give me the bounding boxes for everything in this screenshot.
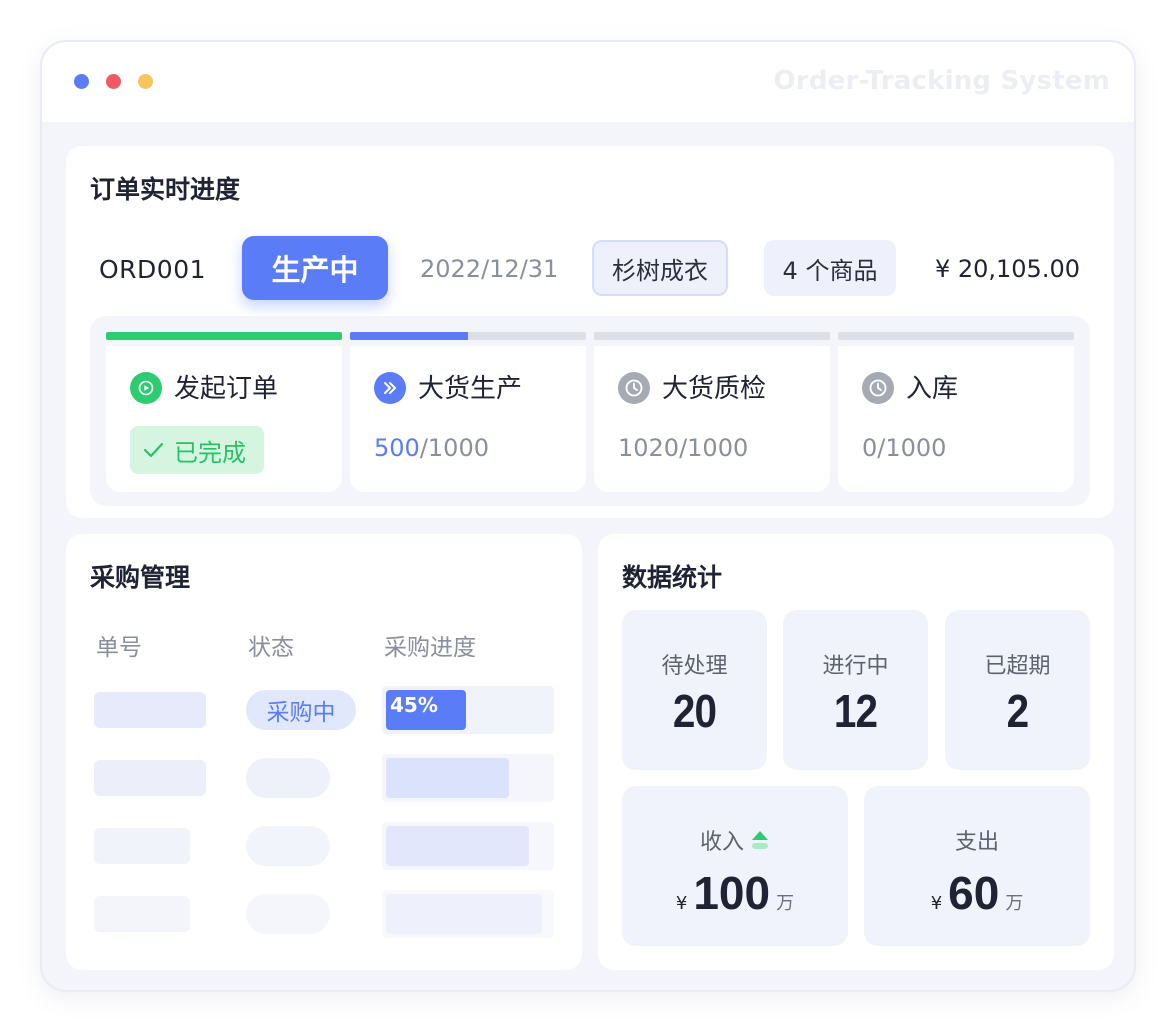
purchase-progress-bar bbox=[382, 754, 554, 802]
stage-progress-bar bbox=[594, 332, 830, 340]
completed-label: 已完成 bbox=[174, 438, 246, 467]
order-amount: ¥ 20,105.00 bbox=[934, 255, 1080, 283]
stage-warehousing[interactable]: 入库 0/1000 bbox=[838, 332, 1074, 492]
stat-tile-in-progress[interactable]: 进行中 12 bbox=[783, 610, 928, 770]
order-progress-card: 订单实时进度 ORD001 生产中 2022/12/31 杉树成衣 4 个商品 … bbox=[66, 146, 1114, 518]
window-dot-red[interactable] bbox=[106, 74, 121, 89]
stage-quality-check[interactable]: 大货质检 1020/1000 bbox=[594, 332, 830, 492]
customer-tag[interactable]: 杉树成衣 bbox=[592, 240, 728, 296]
order-no-placeholder bbox=[94, 760, 206, 796]
app-title: Order-Tracking System bbox=[773, 66, 1110, 96]
stage-progress-bar bbox=[838, 332, 1074, 340]
clock-icon bbox=[618, 372, 650, 404]
stage-progress-count: 0/1000 bbox=[862, 434, 947, 462]
purchase-progress-bar bbox=[382, 822, 554, 870]
column-header-order-no[interactable]: 单号 bbox=[96, 628, 142, 662]
stage-name: 大货质检 bbox=[662, 374, 767, 404]
progress-label: 45% bbox=[390, 693, 438, 717]
income-label: 收入 bbox=[699, 830, 744, 855]
stage-bulk-production[interactable]: 大货生产 500/1000 bbox=[350, 332, 586, 492]
stage-name: 发起订单 bbox=[174, 374, 279, 404]
stat-label: 待处理 bbox=[661, 654, 728, 679]
purchase-management-card: 采购管理 单号 状态 采购进度 采购中 45% bbox=[66, 534, 582, 970]
stage-progress-count: 500/1000 bbox=[374, 434, 489, 462]
table-row[interactable] bbox=[66, 822, 582, 872]
purchase-progress-bar: 45% bbox=[382, 686, 554, 734]
completed-badge: 已完成 bbox=[130, 426, 264, 474]
stage-name: 入库 bbox=[906, 374, 959, 404]
table-row[interactable]: 采购中 45% bbox=[66, 686, 582, 736]
data-statistics-card: 数据统计 待处理 20 进行中 12 已超期 2 收入 ¥ 100 万 支出 ¥… bbox=[598, 534, 1114, 970]
purchase-progress-bar bbox=[382, 890, 554, 938]
stage-track: 发起订单 已完成 大货生产 500/1000 大货质检 1020/1000 入库… bbox=[90, 316, 1090, 506]
stage-progress-bar bbox=[106, 332, 342, 340]
up-arrow-icon bbox=[752, 831, 768, 849]
purchase-section-title: 采购管理 bbox=[90, 563, 191, 592]
stage-initiate-order[interactable]: 发起订单 已完成 bbox=[106, 332, 342, 492]
column-header-status[interactable]: 状态 bbox=[248, 628, 294, 662]
expense-label: 支出 bbox=[954, 830, 999, 855]
play-icon bbox=[130, 372, 162, 404]
order-no-placeholder bbox=[94, 828, 190, 864]
order-no-placeholder bbox=[94, 896, 190, 932]
stat-value: 12 bbox=[833, 685, 878, 737]
stage-progress-bar bbox=[350, 332, 586, 340]
stage-progress-count: 1020/1000 bbox=[618, 434, 749, 462]
window-dot-yellow[interactable] bbox=[138, 74, 153, 89]
window-dot-blue[interactable] bbox=[74, 74, 89, 89]
expense-amount: ¥ 60 万 bbox=[930, 867, 1024, 919]
order-status-badge[interactable]: 生产中 bbox=[242, 236, 388, 300]
table-row[interactable] bbox=[66, 754, 582, 804]
stat-tile-pending[interactable]: 待处理 20 bbox=[622, 610, 767, 770]
app-window: Order-Tracking System 订单实时进度 ORD001 生产中 … bbox=[40, 40, 1136, 992]
stat-label: 进行中 bbox=[822, 654, 889, 679]
stat-tile-expense[interactable]: 支出 ¥ 60 万 bbox=[864, 786, 1090, 946]
stat-value: 2 bbox=[1006, 685, 1030, 737]
double-chevron-right-icon bbox=[374, 372, 406, 404]
status-placeholder bbox=[246, 758, 330, 798]
status-placeholder bbox=[246, 894, 330, 934]
stat-label: 已超期 bbox=[984, 654, 1051, 679]
order-summary-row[interactable]: ORD001 生产中 2022/12/31 杉树成衣 4 个商品 ¥ 20,10… bbox=[66, 234, 1114, 304]
stat-tile-overdue[interactable]: 已超期 2 bbox=[945, 610, 1090, 770]
check-icon bbox=[143, 442, 164, 458]
stats-section-title: 数据统计 bbox=[622, 563, 723, 592]
order-id: ORD001 bbox=[99, 255, 207, 284]
table-row[interactable] bbox=[66, 890, 582, 940]
column-header-progress[interactable]: 采购进度 bbox=[384, 628, 476, 662]
purchase-status-badge: 采购中 bbox=[246, 690, 356, 730]
goods-count-tag[interactable]: 4 个商品 bbox=[764, 240, 896, 296]
stat-tile-income[interactable]: 收入 ¥ 100 万 bbox=[622, 786, 848, 946]
title-bar: Order-Tracking System bbox=[42, 42, 1134, 122]
clock-icon bbox=[862, 372, 894, 404]
status-placeholder bbox=[246, 826, 330, 866]
order-no-placeholder bbox=[94, 692, 206, 728]
stat-value: 20 bbox=[672, 685, 717, 737]
income-amount: ¥ 100 万 bbox=[675, 867, 795, 919]
order-section-title: 订单实时进度 bbox=[90, 175, 241, 204]
order-date: 2022/12/31 bbox=[420, 255, 559, 283]
stage-name: 大货生产 bbox=[418, 374, 523, 404]
